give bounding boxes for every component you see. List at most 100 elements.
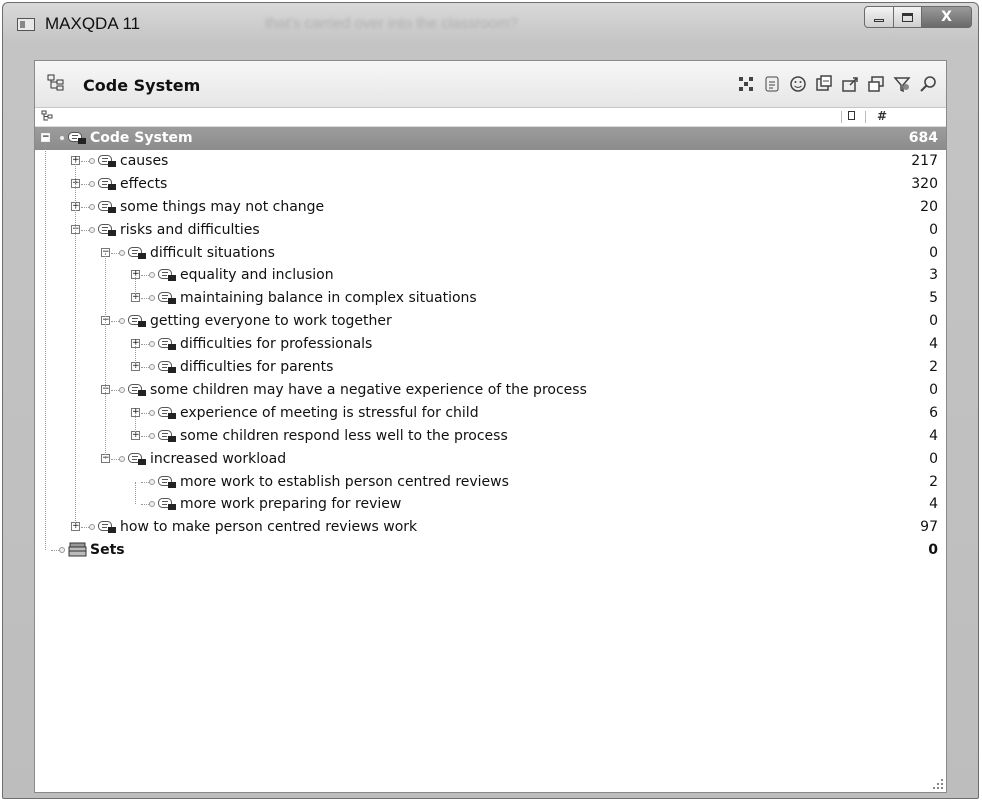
- code-count: 0: [929, 451, 938, 467]
- window-title: MAXQDA 11: [45, 14, 141, 33]
- collapse-icon[interactable]: −: [41, 133, 50, 142]
- code-count: 3: [929, 267, 938, 283]
- code-icon: [128, 245, 147, 260]
- code-tree: − Code System 684 + causes 217 + effects 320 + som…: [35, 127, 946, 792]
- code-row[interactable]: − risks and difficulties 0: [35, 219, 946, 242]
- search-button[interactable]: [916, 73, 940, 95]
- code-row[interactable]: + how to make person centred reviews work…: [35, 516, 946, 539]
- code-row[interactable]: − difficult situations 0: [35, 242, 946, 265]
- code-status-icon: [149, 341, 155, 347]
- code-status-icon: [59, 547, 65, 553]
- code-label: Sets: [90, 542, 125, 558]
- code-frequency-button[interactable]: [812, 73, 836, 95]
- filter-icon: [893, 77, 911, 93]
- activate-all-button[interactable]: [734, 73, 758, 95]
- code-status-icon: [119, 250, 125, 256]
- code-count: 217: [911, 153, 938, 169]
- code-label: effects: [120, 176, 168, 192]
- code-label: difficulties for parents: [180, 359, 334, 375]
- close-icon: X: [941, 9, 952, 25]
- column-separator[interactable]: [841, 111, 842, 123]
- code-label: increased workload: [150, 451, 287, 467]
- code-count: 2: [929, 474, 938, 490]
- code-icon: [98, 199, 117, 214]
- export-button[interactable]: [838, 73, 862, 95]
- code-count: 684: [908, 130, 938, 146]
- code-label: difficulties for professionals: [180, 336, 373, 352]
- filter-button[interactable]: [890, 73, 914, 95]
- background-window-text: that's carried over into the classroom?: [265, 15, 518, 32]
- code-count: 97: [920, 519, 938, 535]
- tree-root-row[interactable]: − Code System 684: [35, 127, 946, 150]
- code-status-icon: [89, 204, 95, 210]
- new-window-button[interactable]: [864, 73, 888, 95]
- code-label: some children respond less well to the p…: [180, 428, 508, 444]
- tree-view-icon[interactable]: [41, 110, 53, 122]
- code-icon: [128, 382, 147, 397]
- code-icon: [158, 359, 177, 374]
- code-icon: [128, 451, 147, 466]
- code-label: more work preparing for review: [180, 496, 402, 512]
- code-row[interactable]: + effects 320: [35, 173, 946, 196]
- code-icon: [98, 222, 117, 237]
- code-frequency-icon: [816, 75, 832, 91]
- code-icon: [158, 496, 177, 511]
- minimize-button[interactable]: [864, 6, 894, 28]
- panel-toolbar: [734, 73, 940, 95]
- code-row[interactable]: + difficulties for professionals 4: [35, 333, 946, 356]
- code-icon: [158, 474, 177, 489]
- code-count: 4: [929, 496, 938, 512]
- code-label: some things may not change: [120, 199, 325, 215]
- code-count: 0: [929, 313, 938, 329]
- emoticode-button[interactable]: [786, 73, 810, 95]
- code-status-icon: [119, 387, 125, 393]
- maximize-icon: [902, 12, 913, 22]
- minimize-icon: [874, 18, 884, 22]
- activate-all-icon: [739, 77, 753, 91]
- code-row[interactable]: − getting everyone to work together 0: [35, 310, 946, 333]
- code-row[interactable]: more work preparing for review 4: [35, 493, 946, 516]
- maximize-button[interactable]: [894, 6, 922, 28]
- code-count: 5: [929, 290, 938, 306]
- code-icon: [128, 313, 147, 328]
- count-column-header[interactable]: #: [877, 109, 887, 123]
- code-status-icon: [59, 135, 65, 141]
- code-count: 0: [929, 382, 938, 398]
- code-row[interactable]: + equality and inclusion 3: [35, 264, 946, 287]
- title-bar[interactable]: MAXQDA 11 that's carried over into the c…: [3, 3, 978, 45]
- code-icon: [158, 405, 177, 420]
- code-status-icon: [149, 364, 155, 370]
- code-count: 0: [929, 245, 938, 261]
- code-count: 2: [929, 359, 938, 375]
- code-count: 6: [929, 405, 938, 421]
- code-label: some children may have a negative experi…: [150, 382, 587, 398]
- column-separator[interactable]: [865, 111, 866, 123]
- code-status-icon: [89, 524, 95, 530]
- code-status-icon: [149, 272, 155, 278]
- close-button[interactable]: X: [922, 6, 972, 28]
- code-count: 0: [929, 222, 938, 238]
- code-row[interactable]: − some children may have a negative exper…: [35, 379, 946, 402]
- code-row[interactable]: + some things may not change 20: [35, 196, 946, 219]
- code-row[interactable]: more work to establish person centred re…: [35, 471, 946, 494]
- code-status-icon: [89, 227, 95, 233]
- code-row[interactable]: + maintaining balance in complex situatio…: [35, 287, 946, 310]
- sets-row[interactable]: Sets 0: [35, 539, 946, 562]
- new-window-icon: [868, 76, 884, 92]
- code-status-icon: [149, 433, 155, 439]
- code-status-icon: [149, 501, 155, 507]
- code-label: equality and inclusion: [180, 267, 334, 283]
- code-label: Code System: [90, 130, 193, 146]
- color-column-icon[interactable]: [848, 111, 855, 120]
- code-row[interactable]: + some children respond less well to the …: [35, 425, 946, 448]
- code-memo-button[interactable]: [760, 73, 784, 95]
- code-label: getting everyone to work together: [150, 313, 392, 329]
- code-row[interactable]: + difficulties for parents 2: [35, 356, 946, 379]
- resize-grip-icon[interactable]: [932, 778, 944, 790]
- code-row[interactable]: − increased workload 0: [35, 448, 946, 471]
- column-header: #: [35, 108, 946, 127]
- code-row[interactable]: + experience of meeting is stressful for …: [35, 402, 946, 425]
- code-icon: [158, 428, 177, 443]
- code-row[interactable]: + causes 217: [35, 150, 946, 173]
- export-icon: [842, 77, 858, 92]
